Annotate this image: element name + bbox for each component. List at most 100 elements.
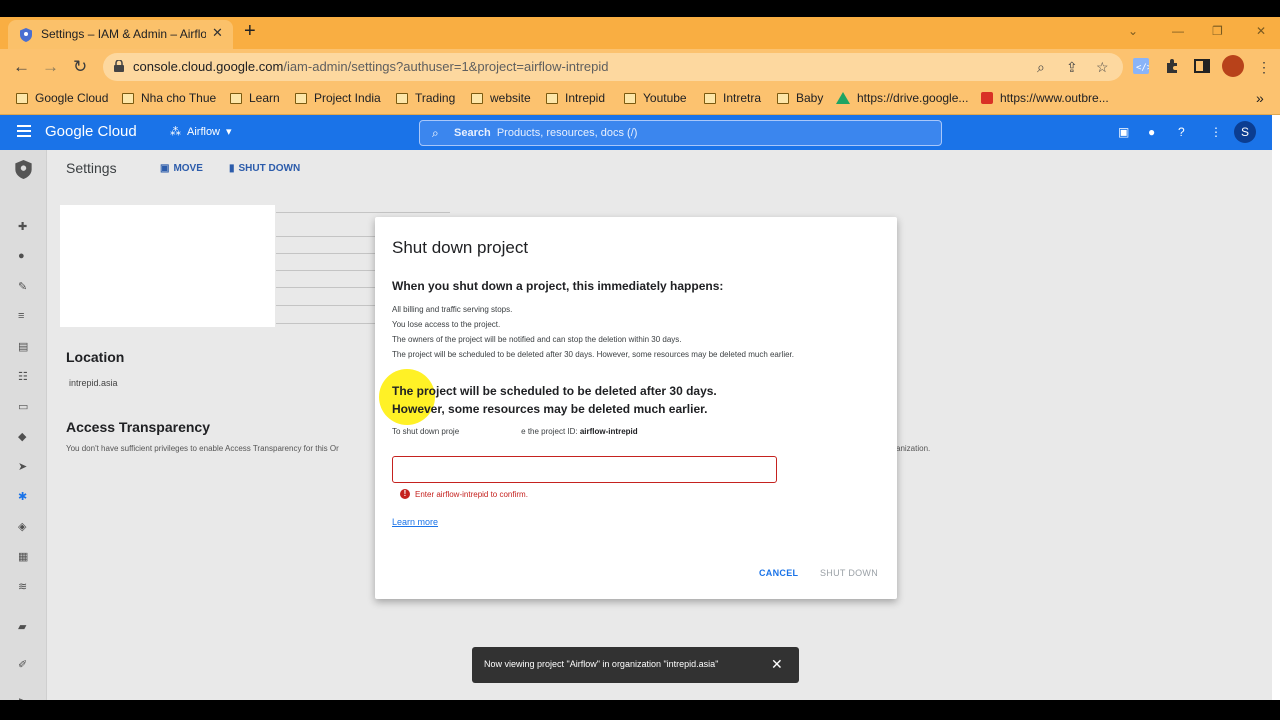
trash-icon: ▮ <box>229 163 235 174</box>
toolbar: ← → ↻ console.cloud.google.com/iam-admin… <box>0 49 1280 85</box>
reload-icon[interactable]: ↻ <box>73 57 87 77</box>
arrow-icon[interactable]: ➤ <box>18 460 27 473</box>
location-heading: Location <box>66 349 125 365</box>
confirm-prefix: To shut down proje <box>392 427 460 436</box>
layers-icon[interactable]: ≋ <box>18 580 27 593</box>
cancel-button[interactable]: CANCEL <box>759 568 798 578</box>
bookmarks-bar: Google Cloud Nha cho Thue Learn Project … <box>0 85 1280 115</box>
bookmark-google-cloud[interactable]: Google Cloud <box>16 91 108 105</box>
dialog-subtitle: When you shut down a project, this immed… <box>392 279 724 293</box>
extension-devtools-icon[interactable]: </> <box>1133 58 1149 74</box>
move-icon: ▣ <box>160 163 170 174</box>
more-bookmarks-icon[interactable]: » <box>1256 90 1264 106</box>
help-icon[interactable]: ? <box>1178 125 1185 139</box>
snackbar: Now viewing project "Airflow" in organiz… <box>472 647 799 683</box>
page-title: Settings <box>66 160 117 176</box>
bookmark-star-icon[interactable]: ☆ <box>1096 59 1109 76</box>
learn-more-link[interactable]: Learn more <box>392 517 438 527</box>
grid-icon[interactable]: ▦ <box>18 550 28 563</box>
error-text: Enter airflow-intrepid to confirm. <box>415 489 528 499</box>
more-vert-icon[interactable]: ⋮ <box>1210 125 1222 139</box>
browser-window: Settings – IAM & Admin – Airflow ✕ + ⌄ —… <box>0 17 1280 700</box>
bookmark-google-drive[interactable]: https://drive.google... <box>836 91 968 105</box>
chrome-menu-icon[interactable]: ⋮ <box>1257 59 1271 76</box>
move-button[interactable]: ▣ MOVE <box>160 163 203 174</box>
address-bar[interactable]: console.cloud.google.com/iam-admin/setti… <box>103 53 1123 81</box>
account-avatar[interactable]: S <box>1234 121 1256 143</box>
bookmark-label: Intretra <box>723 91 762 105</box>
bookmark-outbrain[interactable]: https://www.outbre... <box>981 91 1109 105</box>
forward-icon[interactable]: → <box>42 57 59 77</box>
folder-icon <box>295 92 307 104</box>
project-name: Airflow <box>187 125 221 138</box>
tab-search-icon[interactable]: ⌄ <box>1128 24 1138 38</box>
add-person-icon[interactable]: ✚ <box>18 220 27 233</box>
bookmark-trading[interactable]: Trading <box>396 91 455 105</box>
bookmark-baby[interactable]: Baby <box>777 91 823 105</box>
organization-name: intrepid.asia <box>69 378 118 388</box>
bookmark-project-india[interactable]: Project India <box>295 91 381 105</box>
tab-settings[interactable]: Settings – IAM & Admin – Airflow ✕ <box>8 20 233 49</box>
error-message: ! Enter airflow-intrepid to confirm. <box>400 489 528 499</box>
access-transparency-heading: Access Transparency <box>66 419 210 435</box>
url-text[interactable]: console.cloud.google.com/iam-admin/setti… <box>133 59 609 74</box>
dialog-emphasis-line-2: However, some resources may be deleted m… <box>392 402 708 416</box>
lock-icon <box>114 60 124 72</box>
dialog-emphasis-line-1: The project will be scheduled to be dele… <box>392 384 717 398</box>
privacy-icon[interactable]: ◈ <box>18 520 26 533</box>
back-icon[interactable]: ← <box>13 57 30 77</box>
close-window-icon[interactable]: ✕ <box>1256 24 1266 38</box>
tag-icon[interactable]: ◆ <box>18 430 26 443</box>
shield-icon <box>20 28 32 42</box>
extensions-puzzle-icon[interactable] <box>1164 58 1180 74</box>
new-tab-button[interactable]: + <box>244 20 256 43</box>
share-icon[interactable]: ⇪ <box>1066 59 1078 76</box>
minimize-icon[interactable]: — <box>1172 24 1184 38</box>
wrench-icon[interactable]: ✎ <box>18 280 27 293</box>
bookmark-intretra[interactable]: Intretra <box>704 91 761 105</box>
confirm-shut-down-button[interactable]: SHUT DOWN <box>820 568 878 578</box>
bookmark-label: Project India <box>314 91 381 105</box>
folder-icon <box>396 92 408 104</box>
menu-icon[interactable] <box>17 125 31 140</box>
dialog-consequence: The owners of the project will be notifi… <box>392 335 682 344</box>
project-nodes-icon: ⁂ <box>170 126 181 138</box>
bookmark-nha-cho-thue[interactable]: Nha cho Thue <box>122 91 216 105</box>
confirm-instruction: To shut down proje e the project ID: airf… <box>392 427 638 436</box>
bookmark-website[interactable]: website <box>471 91 531 105</box>
search-input[interactable]: ⌕ Search Products, resources, docs (/) <box>419 120 942 146</box>
bookmark-label: Learn <box>249 91 280 105</box>
close-icon[interactable]: ✕ <box>771 656 783 673</box>
groups-icon[interactable]: ☷ <box>18 370 28 383</box>
confirm-mid: e the project ID: <box>521 427 580 436</box>
search-icon: ⌕ <box>432 126 439 140</box>
list-icon[interactable]: ≡ <box>18 310 24 322</box>
bookmark-label: Intrepid <box>565 91 606 105</box>
shut-down-dialog: Shut down project When you shut down a p… <box>375 217 897 599</box>
project-id-confirm-input[interactable] <box>392 456 777 483</box>
shut-down-button[interactable]: ▮ SHUT DOWN <box>229 163 300 174</box>
bookmark-learn[interactable]: Learn <box>230 91 280 105</box>
folder-icon <box>704 92 716 104</box>
bookmark-youtube[interactable]: Youtube <box>624 91 687 105</box>
google-cloud-logo[interactable]: Google Cloud <box>45 123 137 140</box>
zoom-icon[interactable]: ⌕ <box>1037 59 1045 76</box>
notifications-icon[interactable]: ● <box>1148 125 1155 139</box>
document-icon[interactable]: ▤ <box>18 340 28 353</box>
profile-avatar[interactable] <box>1222 55 1244 77</box>
search-label: Search <box>454 127 491 139</box>
folder-icon[interactable]: ▰ <box>18 620 26 633</box>
card-icon[interactable]: ▭ <box>18 400 28 413</box>
restore-icon[interactable]: ❐ <box>1212 24 1223 38</box>
project-picker[interactable]: ⁂ Airflow ▾ <box>170 125 232 139</box>
folder-icon <box>777 92 789 104</box>
account-icon[interactable]: ● <box>18 250 25 262</box>
folder-icon <box>16 92 28 104</box>
side-panel-icon[interactable] <box>1194 58 1210 74</box>
expand-rail-icon[interactable]: ⊳ <box>18 695 27 700</box>
bookmark-intrepid[interactable]: Intrepid <box>546 91 605 105</box>
cloud-shell-icon[interactable]: ▣ <box>1118 125 1129 139</box>
close-tab-icon[interactable]: ✕ <box>212 25 223 41</box>
release-notes-icon[interactable]: ✐ <box>18 658 27 671</box>
settings-gear-icon[interactable]: ✱ <box>18 490 27 503</box>
